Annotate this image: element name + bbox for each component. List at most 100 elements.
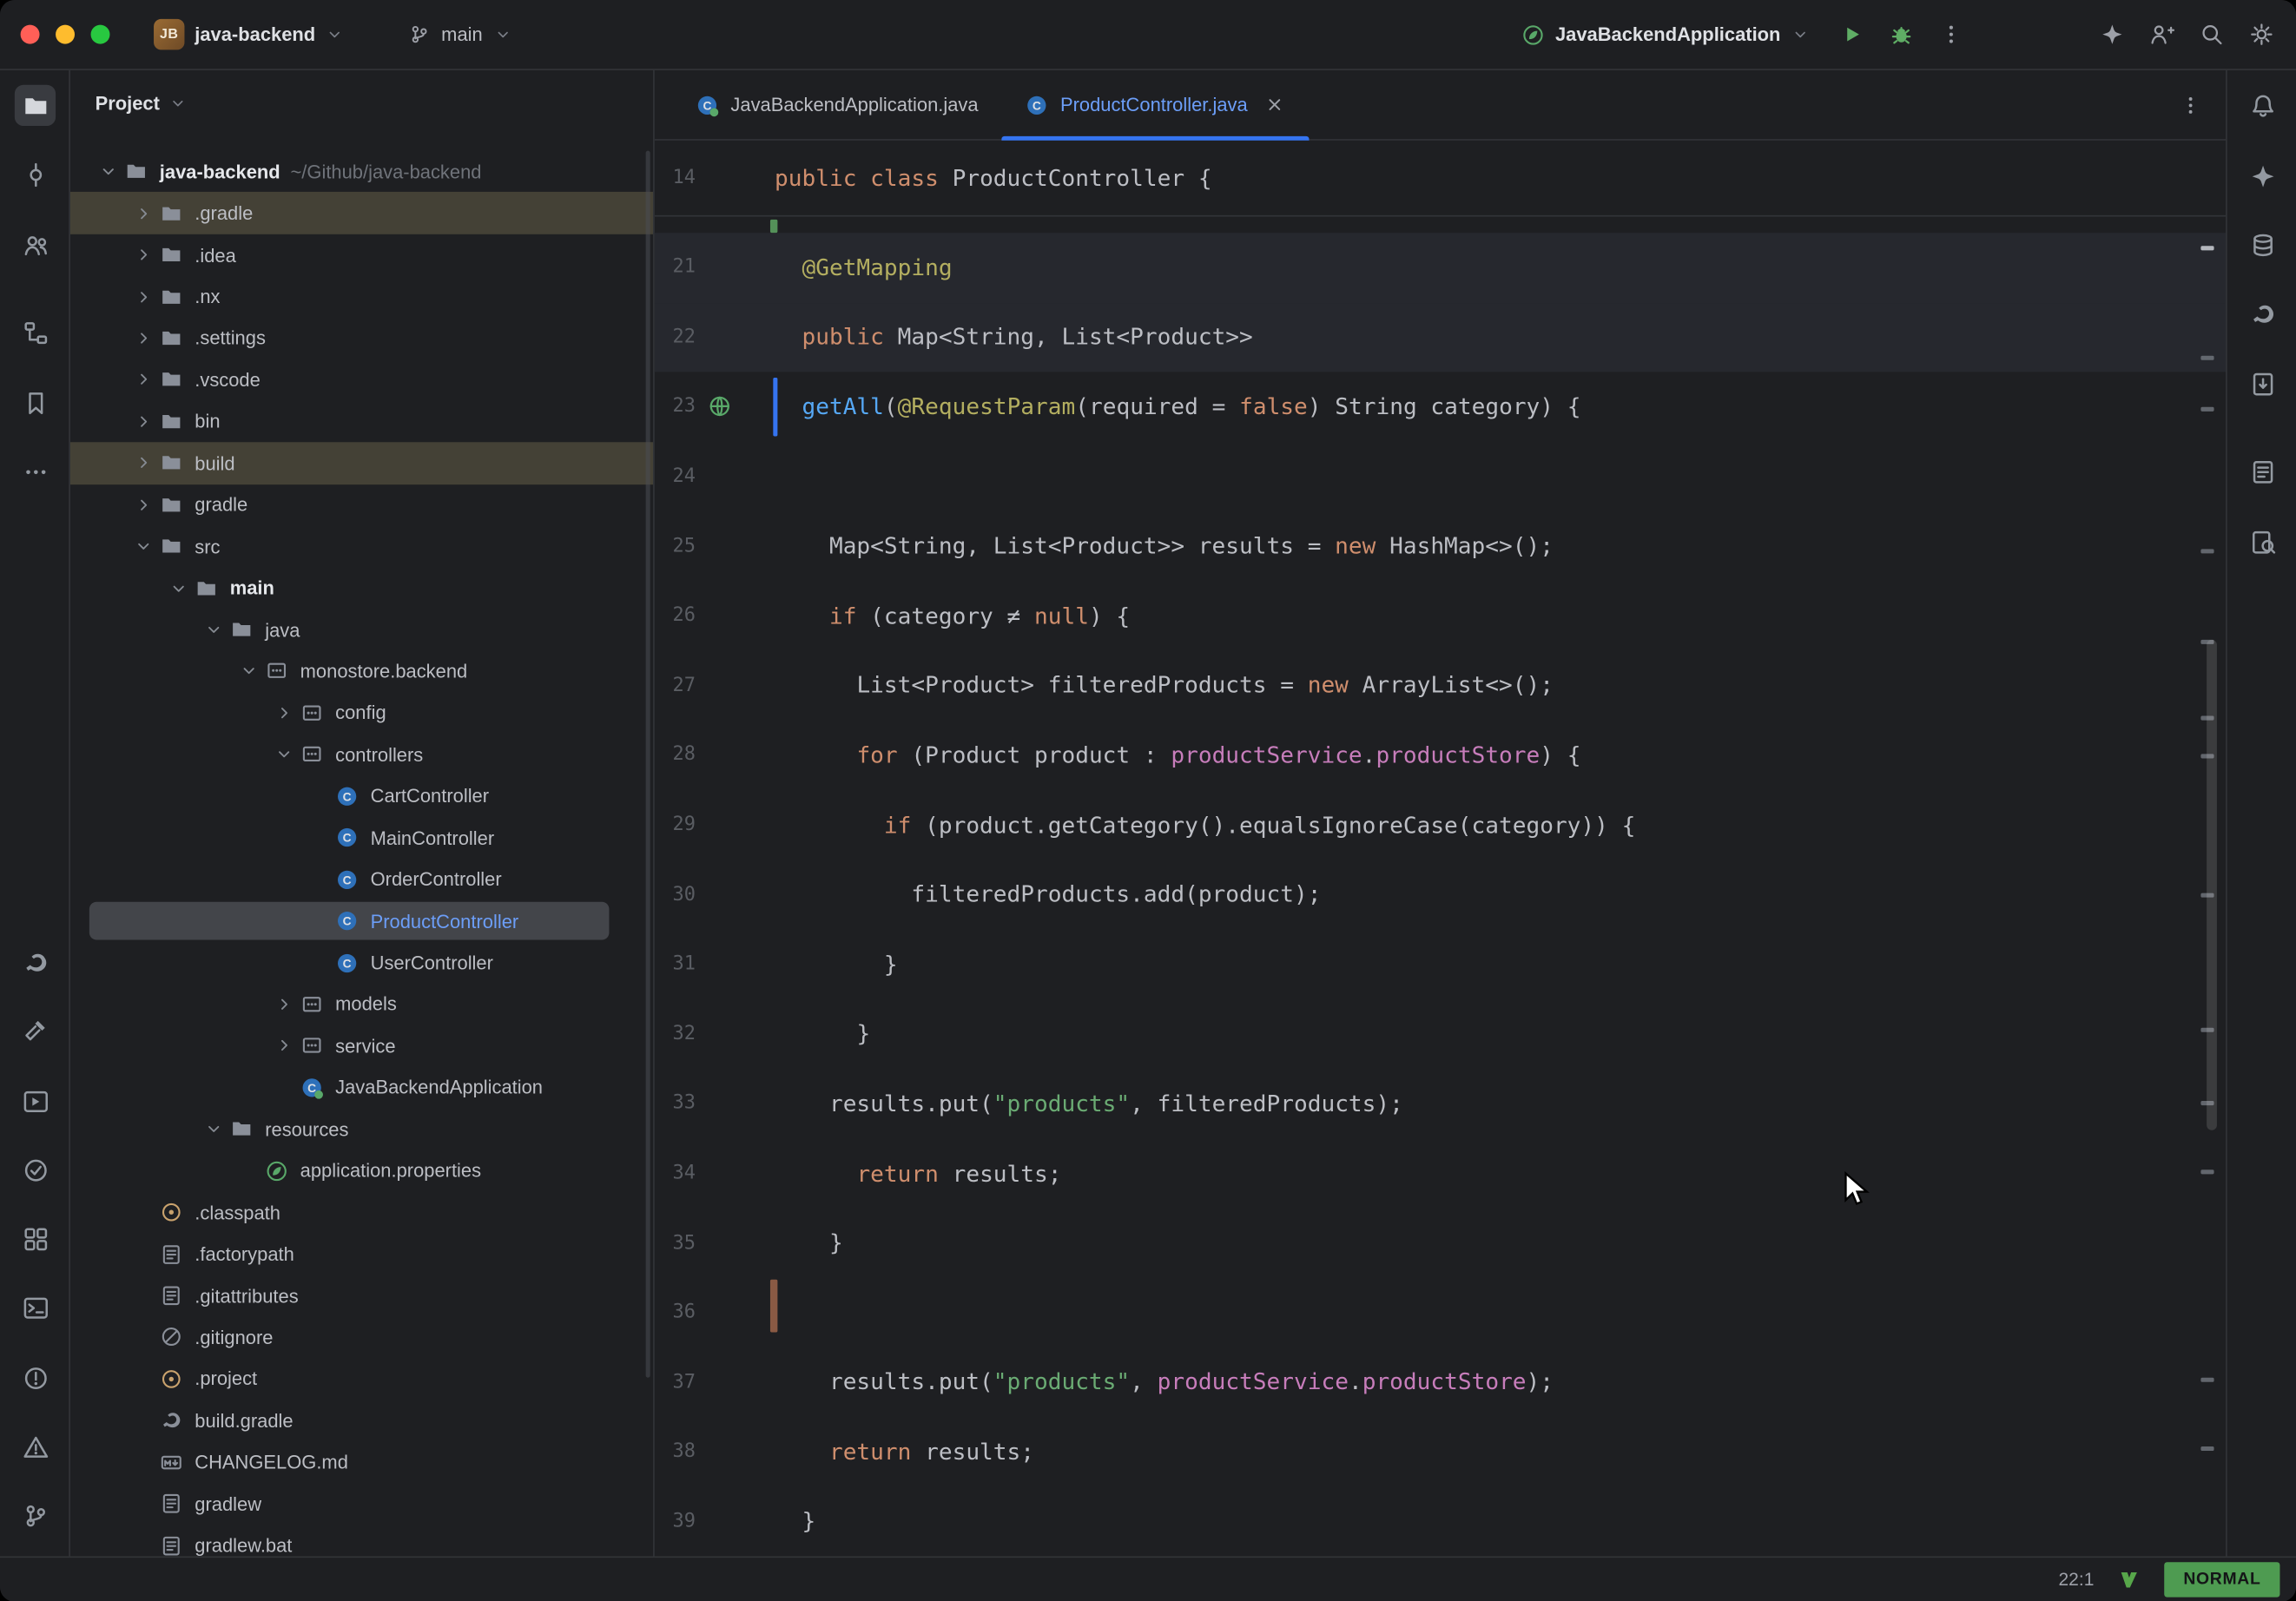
tool-button-pull-requests[interactable] (15, 224, 56, 265)
line-number[interactable]: 32 (655, 1023, 696, 1044)
tree-row-cartcontroller[interactable]: CCartController (70, 775, 653, 817)
tool-button-project-folder[interactable] (15, 85, 56, 126)
ai-assistant-button[interactable] (2091, 14, 2132, 55)
tree-row-nx[interactable]: .nx (70, 276, 653, 318)
tab-options-button[interactable] (2179, 94, 2202, 117)
code-line-35[interactable]: 35 } (655, 1209, 2226, 1278)
line-number[interactable]: 28 (655, 744, 696, 766)
chevron-down-icon[interactable] (129, 536, 158, 557)
tool-button-documentation[interactable] (2242, 451, 2283, 491)
tree-row-monostore-backend[interactable]: monostore.backend (70, 650, 653, 692)
branch-widget[interactable]: main (398, 16, 524, 53)
stripe-mark[interactable] (2200, 356, 2214, 360)
code-line-14[interactable]: 14public class ProductController { (655, 143, 1212, 213)
code-line-26[interactable]: 26 if (category ≠ null) { (655, 581, 2226, 650)
chevron-down-icon[interactable] (164, 577, 194, 598)
ideavim-icon[interactable] (2117, 1568, 2141, 1591)
line-number[interactable]: 31 (655, 953, 696, 975)
tree-row-java-backend[interactable]: java-backend~/Github/java-backend (70, 151, 653, 193)
chevron-right-icon[interactable] (129, 494, 158, 515)
tree-row-src[interactable]: src (70, 525, 653, 567)
code-line-27[interactable]: 27 List<Product> filteredProducts = new … (655, 651, 2226, 721)
tree-row-gradle[interactable]: gradle (70, 484, 653, 525)
project-widget[interactable]: JB java-backend (142, 11, 357, 56)
run-button[interactable] (1831, 14, 1871, 55)
tool-button-problems[interactable] (15, 1357, 56, 1398)
code-line-32[interactable]: 32 } (655, 999, 2226, 1069)
tree-row-resources[interactable]: resources (70, 1109, 653, 1150)
chevron-right-icon[interactable] (269, 702, 299, 723)
project-tree-scrollbar[interactable] (646, 151, 650, 1378)
line-number[interactable]: 29 (655, 814, 696, 836)
chevron-right-icon[interactable] (129, 245, 158, 266)
chevron-right-icon[interactable] (129, 287, 158, 307)
tree-row-build[interactable]: build (70, 442, 653, 484)
tree-row-gradlew[interactable]: gradlew (70, 1483, 653, 1525)
tree-row-javabackendapplication[interactable]: CJavaBackendApplication (70, 1067, 653, 1109)
chevron-down-icon[interactable] (234, 661, 264, 682)
code-line-36[interactable]: 36 (655, 1278, 2226, 1347)
editor-tab-productcontroller-java[interactable]: CProductController.java (1002, 70, 1310, 139)
more-actions-button[interactable] (1930, 14, 1970, 55)
run-config-widget[interactable]: JavaBackendApplication (1510, 16, 1822, 54)
code-line-23[interactable]: 23 getAll(@RequestParam(required = false… (655, 372, 2226, 442)
tree-row-productcontroller[interactable]: CProductController (70, 900, 653, 942)
tree-row-controllers[interactable]: controllers (70, 734, 653, 775)
line-number[interactable]: 27 (655, 675, 696, 696)
chevron-right-icon[interactable] (129, 412, 158, 432)
tree-row-gitattributes[interactable]: .gitattributes (70, 1275, 653, 1316)
tree-row-service[interactable]: service (70, 1025, 653, 1067)
line-number[interactable]: 30 (655, 884, 696, 906)
tree-row-factorypath[interactable]: .factorypath (70, 1233, 653, 1275)
tree-row-ordercontroller[interactable]: COrderController (70, 859, 653, 900)
tree-row-changelog-md[interactable]: CHANGELOG.md (70, 1441, 653, 1483)
code-line-30[interactable]: 30 filteredProducts.add(product); (655, 860, 2226, 929)
tree-row-build-gradle[interactable]: build.gradle (70, 1400, 653, 1441)
chevron-down-icon[interactable] (199, 619, 228, 640)
tree-row-java[interactable]: java (70, 609, 653, 650)
tree-row-models[interactable]: models (70, 984, 653, 1025)
tool-button-find[interactable] (2242, 521, 2283, 562)
code-line-28[interactable]: 28 for (Product product : productService… (655, 721, 2226, 790)
tree-row-settings[interactable]: .settings (70, 317, 653, 359)
tree-row-gitignore[interactable]: .gitignore (70, 1316, 653, 1358)
tool-button-todo[interactable] (15, 1150, 56, 1190)
tool-button-bookmarks[interactable] (15, 382, 56, 423)
tool-button-database[interactable] (2242, 224, 2283, 265)
chevron-down-icon[interactable] (269, 744, 299, 765)
stripe-mark[interactable] (2200, 1446, 2214, 1451)
close-tab-icon[interactable] (1263, 94, 1285, 115)
chevron-right-icon[interactable] (129, 328, 158, 349)
tree-row-idea[interactable]: .idea (70, 234, 653, 276)
tool-button-more-tools[interactable] (15, 451, 56, 491)
chevron-right-icon[interactable] (129, 203, 158, 224)
project-panel-title[interactable]: Project (96, 91, 160, 113)
tool-button-build[interactable] (15, 1009, 56, 1050)
tool-button-structure[interactable] (15, 312, 56, 352)
tool-button-version-control[interactable] (15, 1495, 56, 1536)
minimize-window-button[interactable] (56, 25, 75, 44)
tool-button-services[interactable] (15, 1218, 56, 1259)
tool-button-warnings[interactable] (15, 1426, 56, 1466)
line-number[interactable]: 25 (655, 536, 696, 557)
editor-scrollbar[interactable] (2207, 640, 2217, 1130)
stripe-mark[interactable] (2200, 549, 2214, 553)
tool-button-dependencies[interactable] (2242, 363, 2283, 404)
tree-row-classpath[interactable]: .classpath (70, 1191, 653, 1233)
stripe-mark[interactable] (2200, 1378, 2214, 1382)
editor-tab-javabackendapplication-java[interactable]: CJavaBackendApplication.java (672, 70, 1002, 139)
code-line-25[interactable]: 25 Map<String, List<Product>> results = … (655, 511, 2226, 581)
tree-row-project[interactable]: .project (70, 1358, 653, 1400)
code-line-34[interactable]: 34 return results; (655, 1138, 2226, 1208)
tree-row-gradle[interactable]: .gradle (70, 193, 653, 234)
stripe-mark[interactable] (2200, 1169, 2214, 1174)
line-number[interactable]: 35 (655, 1232, 696, 1254)
line-number[interactable]: 38 (655, 1441, 696, 1463)
line-number[interactable]: 37 (655, 1372, 696, 1393)
line-number[interactable]: 22 (655, 326, 696, 348)
code-area[interactable]: 21 @GetMapping22 public Map<String, List… (655, 217, 2226, 1557)
line-number[interactable]: 33 (655, 1093, 696, 1115)
tree-row-gradlew-bat[interactable]: gradlew.bat (70, 1525, 653, 1556)
code-line-22[interactable]: 22 public Map<String, List<Product>> (655, 302, 2226, 372)
code-line-31[interactable]: 31 } (655, 930, 2226, 999)
